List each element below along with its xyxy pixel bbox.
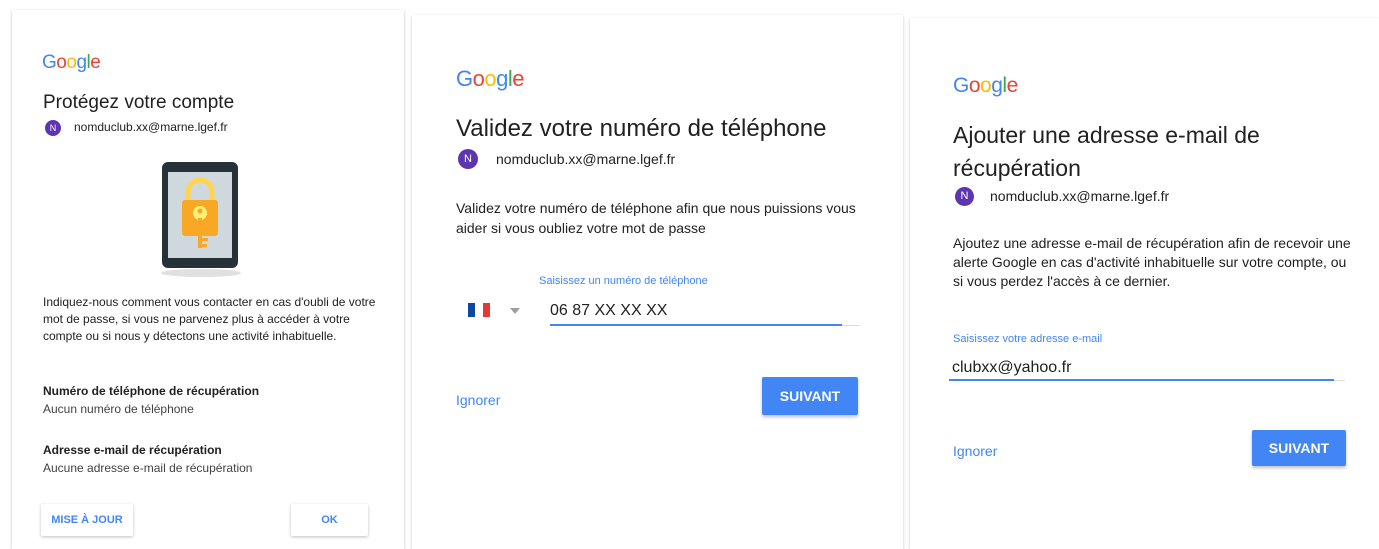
validate-phone-card: Google Validez votre numéro de téléphone… [412,15,903,549]
recovery-email-card: Google Ajouter une adresse e-mail de réc… [910,18,1379,549]
page-title-line-2: récupération [953,155,1081,181]
skip-link[interactable]: Ignorer [953,443,997,459]
france-flag-icon [468,303,490,317]
update-button[interactable]: MISE À JOUR [41,504,133,536]
google-logo: Google [953,74,1018,98]
logo-letter: o [484,66,497,91]
country-selector[interactable] [468,301,524,319]
recovery-email-value: Aucune adresse e-mail de récupération [43,461,253,475]
logo-letter: g [991,74,1003,97]
ok-button[interactable]: OK [291,504,368,536]
email-field-label: Saisissez votre adresse e-mail [953,333,1103,345]
logo-letter: G [42,52,57,73]
recovery-email-input[interactable] [952,357,1332,379]
logo-letter: G [953,74,969,97]
logo-letter: o [980,74,992,97]
next-button[interactable]: SUIVANT [762,377,858,415]
phone-underline-active [550,324,842,326]
logo-letter: G [456,66,473,91]
account-email: nomduclub.xx@marne.lgef.fr [990,188,1170,204]
skip-link[interactable]: Ignorer [456,392,500,408]
email-underline-active [949,379,1334,381]
account-email: nomduclub.xx@marne.lgef.fr [496,151,676,167]
phone-input[interactable] [550,300,870,322]
logo-letter: g [496,66,508,91]
description: Indiquez-nous comment vous contacter en … [43,295,376,343]
recovery-phone-label: Numéro de téléphone de récupération [43,384,260,398]
description: Validez votre numéro de téléphone afin q… [456,200,856,236]
avatar: N [955,187,974,206]
google-logo: Google [42,52,101,74]
logo-letter: g [76,52,87,73]
page-title-line-1: Ajouter une adresse e-mail de [953,122,1260,148]
phone-lock-key-icon [161,162,241,277]
logo-letter: o [472,66,485,91]
logo-letter: e [90,52,101,73]
logo-letter: o [968,74,981,97]
next-button[interactable]: SUIVANT [1252,430,1346,466]
description: Ajoutez une adresse e-mail de récupérati… [953,235,1351,289]
google-logo: Google [456,66,525,92]
account-email: nomduclub.xx@marne.lgef.fr [74,120,228,134]
logo-letter: o [56,52,67,73]
phone-field-label: Saisissez un numéro de téléphone [539,275,708,287]
protect-account-card: Google Protégez votre compte N nomduclub… [12,10,404,549]
avatar: N [45,120,61,136]
recovery-phone-value: Aucun numéro de téléphone [43,402,194,416]
page-title: Validez votre numéro de téléphone [456,115,827,142]
chevron-down-icon [510,308,520,314]
recovery-email-label: Adresse e-mail de récupération [43,443,222,457]
avatar: N [458,149,478,169]
logo-letter: o [66,52,77,73]
page-title: Protégez votre compte [43,92,235,113]
logo-letter: e [512,66,525,91]
logo-letter: e [1006,74,1019,97]
